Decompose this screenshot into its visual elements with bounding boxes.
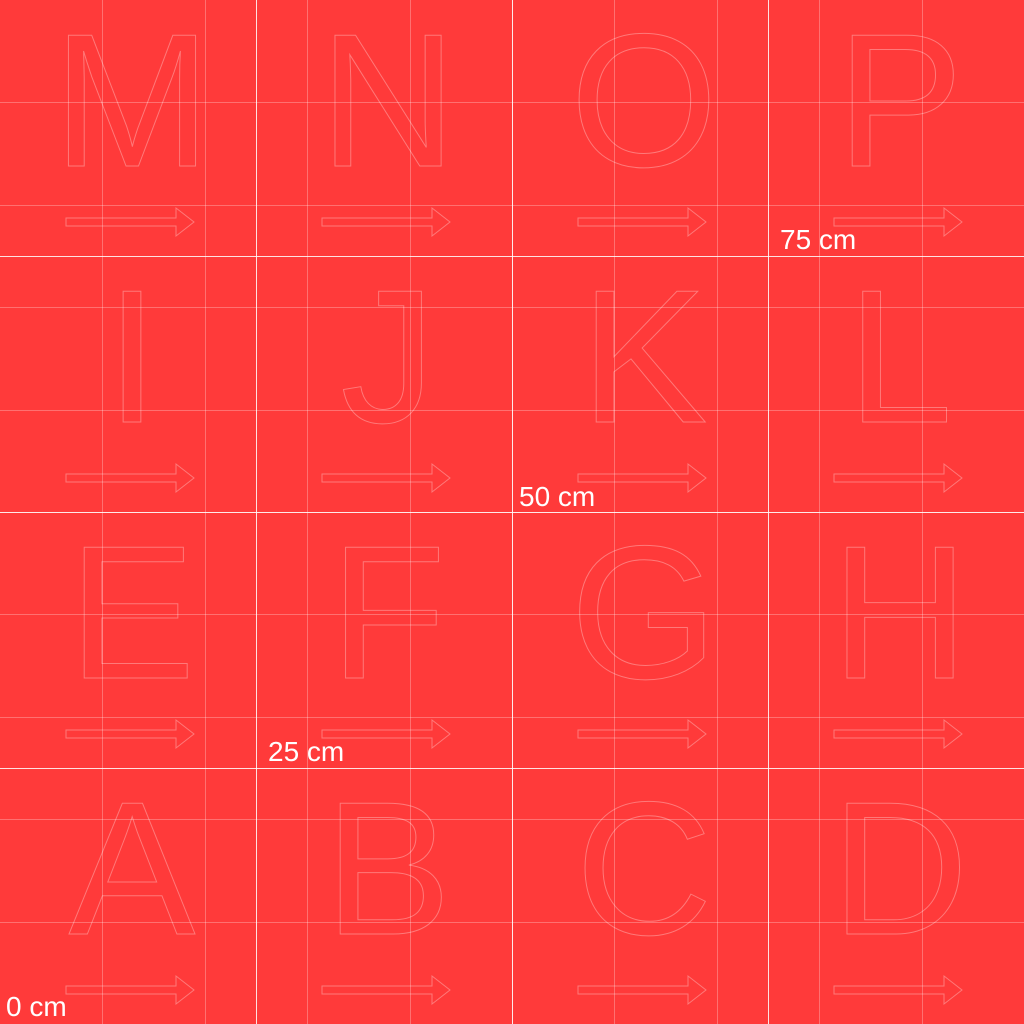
tile-f: F xyxy=(321,507,451,750)
tile-l: L xyxy=(833,251,963,494)
arrow-right-icon xyxy=(577,462,707,494)
arrow-right-icon xyxy=(321,462,451,494)
arrow-right-icon xyxy=(833,718,963,750)
tile-j: J xyxy=(321,251,451,494)
arrow-right-icon xyxy=(833,974,963,1006)
grid-canvas: M N O P I J K L E F G H A B C D xyxy=(0,0,1024,1024)
tile-n: N xyxy=(319,0,457,238)
tile-a: A xyxy=(65,763,196,1006)
tile-h: H xyxy=(831,507,969,750)
scale-label-25: 25 cm xyxy=(268,736,345,767)
arrow-right-icon xyxy=(321,206,451,238)
tile-letter: B xyxy=(325,763,452,975)
tile-letter: P xyxy=(837,0,964,207)
tile-e: E xyxy=(65,507,196,750)
tile-letter: O xyxy=(570,0,718,207)
tile-k: K xyxy=(577,251,708,494)
tile-letter: A xyxy=(69,763,196,975)
tile-letter: G xyxy=(570,507,718,719)
tile-d: D xyxy=(831,763,969,1006)
tile-letter: N xyxy=(319,0,456,207)
tile-letter: M xyxy=(53,0,211,207)
tile-letter: J xyxy=(341,251,436,463)
arrow-right-icon xyxy=(833,462,963,494)
uv-grid-texture: MNOP IJKL EFGH ABCD 0 cm 25 cm 50 cm 75 cm xyxy=(0,0,1024,1024)
arrow-right-icon xyxy=(577,718,707,750)
tile-letter: I xyxy=(106,251,159,463)
arrow-right-icon xyxy=(577,974,707,1006)
scale-label-50: 50 cm xyxy=(519,481,596,512)
arrow-right-icon xyxy=(577,206,707,238)
tile-p: P xyxy=(833,0,964,238)
arrow-right-icon xyxy=(321,974,451,1006)
tile-letter: F xyxy=(330,507,446,719)
arrow-right-icon xyxy=(65,462,195,494)
tile-c: C xyxy=(575,763,713,1006)
letter-tiles: M N O P I J K L E F G H A B C D xyxy=(52,0,969,1006)
tile-letter: K xyxy=(581,251,708,463)
tile-letter: C xyxy=(575,763,712,975)
arrow-right-icon xyxy=(65,974,195,1006)
tile-b: B xyxy=(321,763,452,1006)
arrow-right-icon xyxy=(65,206,195,238)
tile-o: O xyxy=(570,0,718,238)
tile-letter: D xyxy=(831,763,968,975)
arrow-right-icon xyxy=(65,718,195,750)
tile-letter: L xyxy=(847,251,953,463)
tile-m: M xyxy=(52,0,212,238)
tile-g: G xyxy=(570,507,718,750)
tile-letter: H xyxy=(831,507,968,719)
scale-label-0: 0 cm xyxy=(6,991,67,1022)
scale-label-75: 75 cm xyxy=(780,224,857,255)
tile-letter: E xyxy=(69,507,196,719)
tile-i: I xyxy=(65,251,195,494)
